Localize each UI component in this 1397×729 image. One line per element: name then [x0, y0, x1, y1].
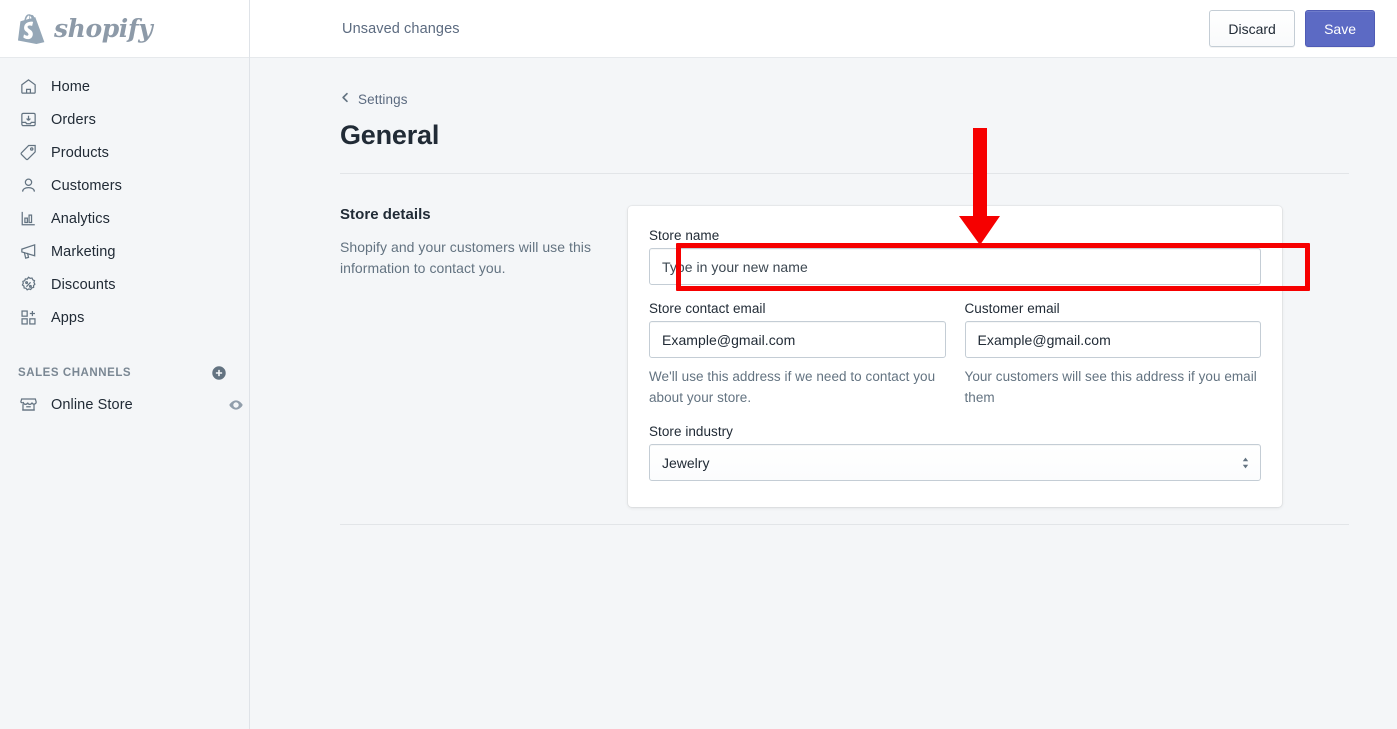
discard-button[interactable]: Discard [1209, 10, 1295, 47]
sidebar-item-orders[interactable]: Orders [0, 103, 249, 136]
sidebar-nav: Home Orders [0, 58, 249, 334]
field-store-name: Store name [649, 228, 1261, 285]
unsaved-changes-message: Unsaved changes [342, 21, 460, 37]
sidebar-item-label: Orders [51, 112, 96, 128]
email-fields-row: Store contact email We'll use this addre… [649, 301, 1261, 408]
field-store-contact-email: Store contact email We'll use this addre… [649, 301, 946, 408]
store-details-section: Store details Shopify and your customers… [250, 174, 1397, 507]
store-contact-email-label: Store contact email [649, 301, 946, 316]
sidebar-item-apps[interactable]: Apps [0, 301, 249, 334]
sidebar-item-customers[interactable]: Customers [0, 169, 249, 202]
sidebar: shopify Home [0, 0, 250, 729]
apps-grid-plus-icon [18, 308, 38, 328]
sidebar-item-analytics[interactable]: Analytics [0, 202, 249, 235]
plus-circle-icon[interactable] [210, 365, 227, 382]
top-context-bar: Unsaved changes Discard Save [250, 0, 1397, 58]
customer-email-help: Your customers will see this address if … [965, 366, 1262, 408]
main-content: Settings General Store details Shopify a… [250, 58, 1397, 729]
field-store-industry: Store industry Jewelry [649, 424, 1261, 481]
store-name-label: Store name [649, 228, 1261, 243]
sales-channels-title: SALES CHANNELS [18, 367, 131, 379]
sidebar-item-label: Discounts [51, 277, 116, 293]
discounts-percent-icon [18, 275, 38, 295]
topbar-actions: Discard Save [1209, 10, 1375, 47]
shopify-admin-screen: shopify Home [0, 0, 1397, 729]
shopify-bag-icon [18, 14, 45, 44]
sidebar-item-label: Analytics [51, 211, 110, 227]
customer-email-label: Customer email [965, 301, 1262, 316]
storefront-icon [18, 395, 38, 415]
analytics-bar-chart-icon [18, 209, 38, 229]
save-button[interactable]: Save [1305, 10, 1375, 47]
sidebar-item-label: Online Store [51, 397, 133, 413]
store-contact-email-help: We'll use this address if we need to con… [649, 366, 946, 408]
store-contact-email-input[interactable] [649, 321, 946, 358]
breadcrumb[interactable]: Settings [340, 90, 408, 108]
sales-channels-header: SALES CHANNELS [0, 358, 249, 388]
section-description: Shopify and your customers will use this… [340, 237, 598, 279]
sidebar-item-home[interactable]: Home [0, 70, 249, 103]
sidebar-item-label: Apps [51, 310, 84, 326]
sidebar-item-products[interactable]: Products [0, 136, 249, 169]
sidebar-item-marketing[interactable]: Marketing [0, 235, 249, 268]
sidebar-item-label: Home [51, 79, 90, 95]
orders-icon [18, 110, 38, 130]
sidebar-item-discounts[interactable]: Discounts [0, 268, 249, 301]
sidebar-item-label: Products [51, 145, 109, 161]
shopify-logo[interactable]: shopify [0, 0, 249, 58]
sidebar-item-label: Marketing [51, 244, 116, 260]
page-header: Settings General [250, 58, 1397, 151]
field-customer-email: Customer email Your customers will see t… [965, 301, 1262, 408]
products-tag-icon [18, 143, 38, 163]
home-icon [18, 77, 38, 97]
sidebar-item-label: Customers [51, 178, 122, 194]
store-industry-select-wrap: Jewelry [649, 444, 1261, 481]
section-bottom-divider [340, 524, 1349, 525]
section-info: Store details Shopify and your customers… [340, 206, 628, 507]
store-name-input[interactable] [649, 248, 1261, 285]
customer-email-input[interactable] [965, 321, 1262, 358]
chevron-left-icon [340, 90, 351, 108]
customers-person-icon [18, 176, 38, 196]
breadcrumb-label: Settings [358, 92, 408, 107]
section-heading: Store details [340, 206, 598, 223]
store-industry-select[interactable]: Jewelry [649, 444, 1261, 481]
store-industry-label: Store industry [649, 424, 1261, 439]
store-details-card: Store name Store contact email We'll use… [628, 206, 1282, 507]
eye-icon[interactable] [227, 396, 244, 413]
sidebar-item-online-store[interactable]: Online Store [0, 388, 249, 421]
marketing-megaphone-icon [18, 242, 38, 262]
shopify-wordmark: shopify [54, 14, 152, 43]
page-title: General [340, 120, 1397, 151]
